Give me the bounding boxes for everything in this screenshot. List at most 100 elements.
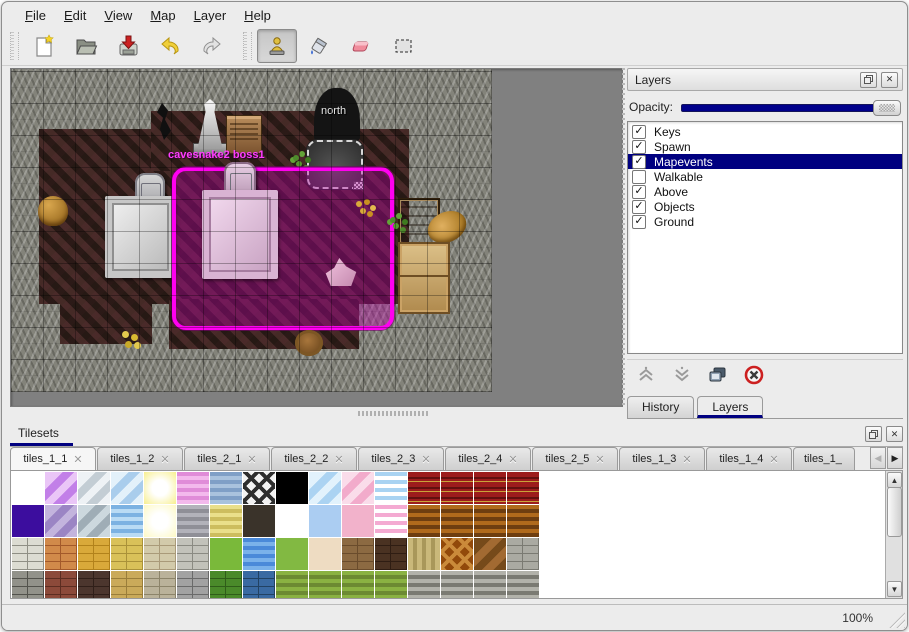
tileset-tile[interactable]	[12, 472, 44, 504]
tileset-tile[interactable]	[144, 505, 176, 537]
fill-tool-button[interactable]	[299, 29, 339, 63]
tileset-tile[interactable]	[309, 538, 341, 570]
menu-map[interactable]: Map	[141, 6, 184, 25]
tileset-tile[interactable]	[210, 571, 242, 599]
tileset-tile[interactable]	[507, 505, 539, 537]
undo-button[interactable]	[150, 29, 190, 63]
layer-row-spawn[interactable]: ✓Spawn	[628, 139, 902, 154]
tileset-tile[interactable]	[276, 472, 308, 504]
tileset-tile[interactable]	[111, 505, 143, 537]
tileset-tile[interactable]	[45, 505, 77, 537]
opacity-slider[interactable]	[681, 99, 901, 115]
tileset-tab-tiles_1_[interactable]: tiles_1_	[793, 447, 855, 470]
save-button[interactable]	[108, 29, 148, 63]
float-panel-button[interactable]	[860, 72, 877, 88]
dock-tab-layers[interactable]: Layers	[697, 396, 763, 418]
layer-visibility-checkbox[interactable]: ✓	[632, 155, 646, 169]
close-tab-icon[interactable]: ✕	[160, 453, 169, 466]
tileset-tab-tiles_2_4[interactable]: tiles_2_4✕	[445, 447, 531, 470]
scrollbar-thumb[interactable]	[887, 487, 902, 537]
open-button[interactable]	[66, 29, 106, 63]
toolbar-grip[interactable]	[10, 32, 19, 60]
layer-visibility-checkbox[interactable]: ✓	[632, 200, 646, 214]
tileset-tile[interactable]	[309, 505, 341, 537]
duplicate-layer-button[interactable]	[707, 365, 729, 385]
menu-layer[interactable]: Layer	[185, 6, 236, 25]
tileset-tile[interactable]	[408, 571, 440, 599]
delete-layer-button[interactable]	[743, 365, 765, 385]
close-tab-icon[interactable]: ✕	[247, 453, 256, 466]
tileset-tile[interactable]	[375, 538, 407, 570]
tileset-tile[interactable]	[144, 538, 176, 570]
tileset-tile[interactable]	[111, 538, 143, 570]
tileset-tile[interactable]	[507, 538, 539, 570]
menu-help[interactable]: Help	[235, 6, 280, 25]
map-canvas[interactable]: north cavesnake2 boss1	[11, 69, 492, 392]
layer-visibility-checkbox[interactable]	[632, 170, 646, 184]
tileset-tile[interactable]	[144, 472, 176, 504]
scroll-tabs-left-button[interactable]: ◀	[870, 447, 886, 469]
tileset-tile[interactable]	[342, 505, 374, 537]
menu-edit[interactable]: Edit	[55, 6, 95, 25]
scroll-down-button[interactable]: ▼	[887, 581, 902, 597]
layer-row-keys[interactable]: ✓Keys	[628, 124, 902, 139]
vertical-splitter[interactable]	[622, 68, 625, 405]
layer-visibility-checkbox[interactable]: ✓	[632, 125, 646, 139]
tileset-content[interactable]: ▲ ▼	[10, 470, 903, 599]
close-tab-icon[interactable]: ✕	[769, 453, 778, 466]
tileset-tile[interactable]	[441, 472, 473, 504]
layer-visibility-checkbox[interactable]: ✓	[632, 185, 646, 199]
tileset-tile[interactable]	[474, 505, 506, 537]
opacity-slider-thumb[interactable]	[873, 100, 901, 116]
layer-row-mapevents[interactable]: ✓Mapevents	[628, 154, 902, 169]
tileset-tile[interactable]	[342, 538, 374, 570]
tileset-tab-tiles_2_5[interactable]: tiles_2_5✕	[532, 447, 618, 470]
tileset-tile[interactable]	[78, 538, 110, 570]
resize-grip[interactable]	[888, 611, 905, 628]
tileset-tile[interactable]	[78, 472, 110, 504]
tileset-tile[interactable]	[12, 571, 44, 599]
tileset-tile[interactable]	[243, 505, 275, 537]
tileset-tile[interactable]	[276, 538, 308, 570]
tileset-tab-tiles_1_4[interactable]: tiles_1_4✕	[706, 447, 792, 470]
tileset-tile[interactable]	[78, 571, 110, 599]
tileset-tile[interactable]	[342, 571, 374, 599]
tile-grid[interactable]	[12, 472, 572, 599]
tileset-tile[interactable]	[243, 538, 275, 570]
close-tab-icon[interactable]: ✕	[682, 453, 691, 466]
tileset-tile[interactable]	[243, 571, 275, 599]
splitter-grip[interactable]	[358, 411, 428, 416]
tileset-tile[interactable]	[474, 538, 506, 570]
tileset-tile[interactable]	[12, 538, 44, 570]
close-tab-icon[interactable]: ✕	[73, 453, 82, 466]
tileset-tile[interactable]	[111, 571, 143, 599]
menu-file[interactable]: File	[16, 6, 55, 25]
raise-layer-button[interactable]	[635, 365, 657, 385]
scroll-tabs-right-button[interactable]: ▶	[887, 447, 903, 469]
tileset-tile[interactable]	[177, 538, 209, 570]
tileset-tile[interactable]	[45, 571, 77, 599]
eraser-tool-button[interactable]	[341, 29, 381, 63]
tileset-tab-tiles_1_1[interactable]: tiles_1_1✕	[10, 447, 96, 470]
tileset-tile[interactable]	[507, 472, 539, 504]
close-tab-icon[interactable]: ✕	[334, 453, 343, 466]
tileset-tile[interactable]	[342, 472, 374, 504]
layer-row-ground[interactable]: ✓Ground	[628, 214, 902, 229]
tileset-tile[interactable]	[177, 472, 209, 504]
layer-row-objects[interactable]: ✓Objects	[628, 199, 902, 214]
tileset-tile[interactable]	[144, 571, 176, 599]
tileset-tab-tiles_2_1[interactable]: tiles_2_1✕	[184, 447, 270, 470]
tileset-tab-tiles_1_3[interactable]: tiles_1_3✕	[619, 447, 705, 470]
opacity-slider-track[interactable]	[681, 104, 897, 112]
toolbar-grip-2[interactable]	[243, 32, 252, 60]
layer-row-above[interactable]: ✓Above	[628, 184, 902, 199]
tileset-tab-tiles_2_2[interactable]: tiles_2_2✕	[271, 447, 357, 470]
close-tab-icon[interactable]: ✕	[508, 453, 517, 466]
tileset-tile[interactable]	[441, 571, 473, 599]
lower-layer-button[interactable]	[671, 365, 693, 385]
tileset-tile[interactable]	[276, 571, 308, 599]
tileset-tile[interactable]	[441, 538, 473, 570]
tileset-tile[interactable]	[408, 472, 440, 504]
select-tool-button[interactable]	[383, 29, 423, 63]
layer-row-walkable[interactable]: Walkable	[628, 169, 902, 184]
